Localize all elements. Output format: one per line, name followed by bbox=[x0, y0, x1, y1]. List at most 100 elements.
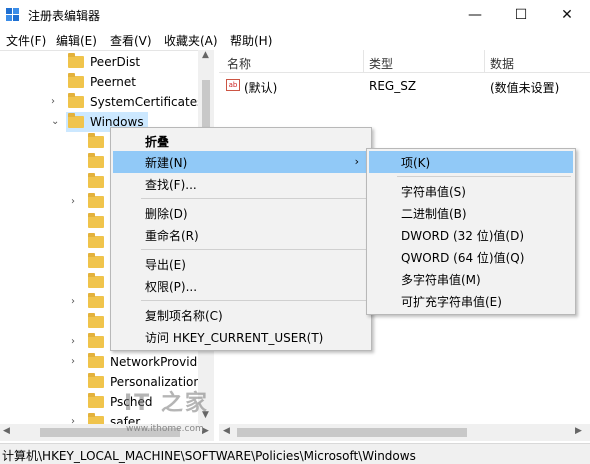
regedit-app-icon bbox=[6, 8, 19, 21]
scroll-left-icon[interactable]: ◀ bbox=[3, 426, 10, 436]
scroll-right-icon[interactable]: ▶ bbox=[575, 426, 582, 436]
tree-item-peerdist[interactable]: PeerDist bbox=[68, 52, 140, 72]
tree-child-folder[interactable] bbox=[88, 312, 110, 332]
string-value-icon: ab bbox=[226, 79, 240, 91]
value-data: (数值未设置) bbox=[490, 81, 560, 95]
menu-favorites[interactable]: 收藏夹(A) bbox=[164, 32, 218, 49]
tree-child-folder[interactable] bbox=[88, 232, 110, 252]
tree-item-label: Peernet bbox=[90, 75, 136, 89]
scroll-left-icon[interactable]: ◀ bbox=[223, 426, 230, 436]
folder-icon bbox=[68, 73, 84, 88]
submenu-item-multi-string-value[interactable]: 多字符串值(M) bbox=[369, 268, 573, 290]
tree-item-networkprovider[interactable]: NetworkProvide bbox=[88, 352, 205, 372]
value-name: (默认) bbox=[244, 81, 278, 95]
folder-icon bbox=[68, 93, 84, 108]
submenu-item-dword-value[interactable]: DWORD (32 位)值(D) bbox=[369, 224, 573, 246]
value-row-default[interactable]: ab (默认) REG_SZ (数值未设置) bbox=[219, 76, 590, 96]
menu-item-copy-key-name[interactable]: 复制项名称(C) bbox=[113, 304, 369, 326]
status-path: 计算机\HKEY_LOCAL_MACHINE\SOFTWARE\Policies… bbox=[2, 449, 416, 463]
menu-item-rename[interactable]: 重命名(R) bbox=[113, 224, 369, 246]
tree-child-folder[interactable] bbox=[88, 292, 110, 312]
folder-icon bbox=[88, 133, 104, 148]
expand-arrow-icon[interactable]: › bbox=[71, 336, 75, 347]
watermark-logo: IT 之家 bbox=[124, 391, 209, 416]
folder-icon bbox=[88, 153, 104, 168]
submenu-item-qword-value[interactable]: QWORD (64 位)值(Q) bbox=[369, 246, 573, 268]
scroll-up-icon[interactable]: ▲ bbox=[202, 50, 209, 60]
folder-icon bbox=[88, 333, 104, 348]
column-type-header[interactable]: 类型 bbox=[369, 55, 393, 72]
watermark-url: www.ithome.com bbox=[126, 424, 204, 434]
menu-item-find[interactable]: 查找(F)... bbox=[113, 173, 369, 195]
scroll-thumb[interactable] bbox=[237, 428, 467, 437]
collapse-arrow-icon[interactable]: ⌄ bbox=[51, 116, 59, 127]
menu-help[interactable]: 帮助(H) bbox=[230, 32, 272, 49]
folder-icon bbox=[88, 213, 104, 228]
column-divider[interactable] bbox=[484, 50, 485, 73]
menu-separator bbox=[141, 198, 367, 199]
tree-item-peernet[interactable]: Peernet bbox=[68, 72, 136, 92]
column-divider[interactable] bbox=[363, 50, 364, 73]
tree-child-folder[interactable] bbox=[88, 152, 110, 172]
menu-view[interactable]: 查看(V) bbox=[110, 32, 152, 49]
tree-child-folder[interactable] bbox=[88, 212, 110, 232]
tree-item-label: SystemCertificates bbox=[90, 95, 204, 109]
menu-file[interactable]: 文件(F) bbox=[6, 32, 46, 49]
value-type: REG_SZ bbox=[369, 79, 417, 93]
menu-edit[interactable]: 编辑(E) bbox=[56, 32, 97, 49]
folder-icon bbox=[88, 313, 104, 328]
new-submenu: 项(K) 字符串值(S) 二进制值(B) DWORD (32 位)值(D) QW… bbox=[366, 148, 576, 315]
expand-arrow-icon[interactable]: › bbox=[71, 416, 75, 424]
menu-item-goto-hkcu[interactable]: 访问 HKEY_CURRENT_USER(T) bbox=[113, 326, 369, 348]
submenu-item-string-value[interactable]: 字符串值(S) bbox=[369, 180, 573, 202]
folder-icon bbox=[88, 233, 104, 248]
tree-child-folder[interactable] bbox=[88, 252, 110, 272]
tree-child-folder[interactable] bbox=[88, 172, 110, 192]
menu-item-collapse[interactable]: 折叠 bbox=[113, 130, 369, 152]
folder-icon bbox=[88, 253, 104, 268]
column-data-header[interactable]: 数据 bbox=[490, 55, 514, 72]
tree-child-folder[interactable] bbox=[88, 272, 110, 292]
tree-child-folder[interactable] bbox=[88, 192, 110, 212]
folder-icon bbox=[88, 193, 104, 208]
maximize-icon: ☐ bbox=[514, 7, 528, 23]
expand-arrow-icon[interactable]: › bbox=[51, 96, 55, 107]
expand-arrow-icon[interactable]: › bbox=[71, 356, 75, 367]
menu-separator bbox=[141, 249, 367, 250]
submenu-item-binary-value[interactable]: 二进制值(B) bbox=[369, 202, 573, 224]
menu-item-permissions[interactable]: 权限(P)... bbox=[113, 275, 369, 297]
close-button[interactable]: ✕ bbox=[544, 0, 590, 30]
tree-child-folder[interactable] bbox=[88, 132, 110, 152]
minimize-button[interactable]: — bbox=[452, 0, 498, 30]
tree-item-label: PeerDist bbox=[90, 55, 141, 69]
status-bar: 计算机\HKEY_LOCAL_MACHINE\SOFTWARE\Policies… bbox=[0, 443, 590, 464]
menu-item-new[interactable]: 新建(N) › bbox=[113, 151, 369, 173]
menu-separator bbox=[397, 176, 571, 177]
close-icon: ✕ bbox=[561, 7, 573, 23]
expand-arrow-icon[interactable]: › bbox=[71, 196, 75, 207]
folder-icon bbox=[88, 373, 104, 388]
folder-icon bbox=[88, 273, 104, 288]
list-horizontal-scrollbar[interactable]: ◀ ▶ bbox=[219, 424, 590, 441]
folder-icon bbox=[88, 413, 104, 424]
folder-icon bbox=[88, 353, 104, 368]
window-title: 注册表编辑器 bbox=[28, 9, 101, 23]
tree-child-folder[interactable] bbox=[88, 332, 110, 352]
expand-arrow-icon[interactable]: › bbox=[71, 296, 75, 307]
submenu-item-key[interactable]: 项(K) bbox=[369, 151, 573, 173]
menu-item-export[interactable]: 导出(E) bbox=[113, 253, 369, 275]
maximize-button[interactable]: ☐ bbox=[498, 0, 544, 30]
submenu-item-expandable-string-value[interactable]: 可扩充字符串值(E) bbox=[369, 290, 573, 312]
menu-item-delete[interactable]: 删除(D) bbox=[113, 202, 369, 224]
menu-bar: 文件(F) 编辑(E) 查看(V) 收藏夹(A) 帮助(H) bbox=[0, 30, 590, 50]
menu-separator bbox=[141, 300, 367, 301]
folder-icon bbox=[88, 393, 104, 408]
context-menu: 折叠 新建(N) › 查找(F)... 删除(D) 重命名(R) 导出(E) 权… bbox=[110, 127, 372, 351]
menu-item-new-label: 新建(N) bbox=[145, 155, 188, 170]
list-header: 名称 类型 数据 bbox=[219, 50, 590, 73]
submenu-arrow-icon: › bbox=[354, 155, 359, 168]
column-name-header[interactable]: 名称 bbox=[227, 55, 251, 72]
tree-item-systemcertificates[interactable]: SystemCertificates bbox=[68, 92, 203, 112]
title-bar: 注册表编辑器 — ☐ ✕ bbox=[0, 0, 590, 30]
tree-item-label: NetworkProvide bbox=[110, 355, 205, 369]
